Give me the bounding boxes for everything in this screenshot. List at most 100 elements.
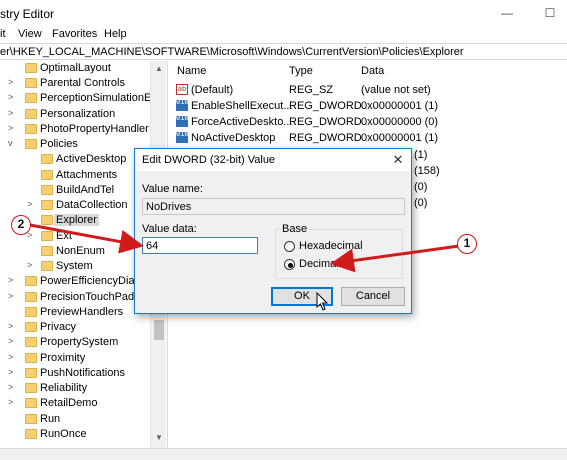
annotation-badge-2: 2 <box>11 215 31 235</box>
menu-edit[interactable]: it <box>0 28 6 40</box>
tree-item-label: Privacy <box>40 321 77 333</box>
tree-item-privacy[interactable]: > Privacy <box>0 320 150 335</box>
value-name-label: Value name: <box>142 183 203 195</box>
tree-item-system[interactable]: > System <box>0 259 150 274</box>
tree-item-parental-controls[interactable]: > Parental Controls <box>0 76 150 91</box>
folder-icon <box>25 368 37 378</box>
expand-icon[interactable]: > <box>8 291 13 301</box>
value-data-partial: (0) <box>414 181 428 193</box>
collapse-icon[interactable]: v <box>8 138 13 148</box>
tree-item-previewhandlers[interactable]: PreviewHandlers <box>0 305 150 320</box>
folder-icon <box>41 200 53 210</box>
mouse-cursor-icon <box>316 292 329 311</box>
value-data-input[interactable]: 64 <box>142 237 258 254</box>
folder-icon <box>25 322 37 332</box>
expand-icon[interactable]: > <box>8 352 13 362</box>
base-groupbox: Base Hexadecimal Decimal <box>275 223 403 279</box>
expand-icon[interactable]: > <box>27 260 32 270</box>
scroll-thumb[interactable] <box>154 320 164 340</box>
tree-item-personalization[interactable]: > Personalization <box>0 107 150 122</box>
tree-item-label: PreviewHandlers <box>40 306 124 318</box>
tree-item-label: PowerEfficiencyDiagn <box>40 275 147 287</box>
tree-item-label: PerceptionSimulationExt <box>40 92 160 104</box>
column-header-name[interactable]: Name <box>177 65 206 77</box>
folder-icon <box>25 307 37 317</box>
value-type: REG_DWORD <box>289 100 362 112</box>
hexadecimal-label: Hexadecimal <box>299 240 363 252</box>
tree-item-label: PhotoPropertyHandler <box>40 123 149 135</box>
folder-icon <box>41 170 53 180</box>
tree-item-proximity[interactable]: > Proximity <box>0 351 150 366</box>
expand-icon[interactable]: > <box>8 321 13 331</box>
tree-item-label: PrecisionTouchPad <box>40 291 135 303</box>
folder-icon <box>25 337 37 347</box>
edit-dword-dialog: Edit DWORD (32-bit) Value ✕ Value name: … <box>134 148 412 314</box>
tree-item-datacollection[interactable]: > DataCollection <box>0 198 150 213</box>
cancel-button[interactable]: Cancel <box>341 287 405 306</box>
tree-item-label: System <box>56 260 93 272</box>
tree-item-label: Parental Controls <box>40 77 125 89</box>
value-row[interactable]: 010 ForceActiveDeskto... REG_DWORD 0x000… <box>168 114 567 130</box>
close-icon[interactable]: ✕ <box>391 152 405 168</box>
folder-icon <box>25 292 37 302</box>
value-data-partial: (1) <box>414 149 428 161</box>
tree-item-label: RunOnce <box>40 428 87 440</box>
tree-item-policies[interactable]: v Policies <box>0 137 150 152</box>
tree-item-retaildemo[interactable]: > RetailDemo <box>0 396 150 411</box>
menu-favorites[interactable]: Favorites <box>52 28 97 40</box>
tree-item-runonce[interactable]: RunOnce <box>0 427 150 442</box>
expand-icon[interactable]: > <box>8 77 13 87</box>
folder-icon <box>25 353 37 363</box>
tree-item-optimallayout[interactable]: OptimalLayout <box>0 61 150 76</box>
decimal-radio[interactable]: Decimal <box>284 258 394 272</box>
folder-icon <box>41 154 53 164</box>
column-header-data[interactable]: Data <box>361 65 384 77</box>
address-bar[interactable]: er\HKEY_LOCAL_MACHINE\SOFTWARE\Microsoft… <box>0 43 567 60</box>
expand-icon[interactable]: > <box>8 382 13 392</box>
menu-help[interactable]: Help <box>104 28 127 40</box>
expand-icon[interactable]: > <box>27 199 32 209</box>
value-name: EnableShellExecut... <box>191 100 293 112</box>
scroll-down-icon[interactable]: ▼ <box>155 433 163 442</box>
tree-item-reliability[interactable]: > Reliability <box>0 381 150 396</box>
value-row[interactable]: 010 EnableShellExecut... REG_DWORD 0x000… <box>168 98 567 114</box>
menu-view[interactable]: View <box>18 28 42 40</box>
expand-icon[interactable]: > <box>8 92 13 102</box>
expand-icon[interactable]: > <box>8 367 13 377</box>
expand-icon[interactable]: > <box>8 397 13 407</box>
expand-icon[interactable]: > <box>8 336 13 346</box>
folder-icon <box>41 246 53 256</box>
address-path: er\HKEY_LOCAL_MACHINE\SOFTWARE\Microsoft… <box>0 46 464 58</box>
value-row[interactable]: 010 NoActiveDesktop REG_DWORD 0x00000001… <box>168 130 567 146</box>
folder-open-icon <box>41 215 53 225</box>
maximize-button[interactable]: ☐ <box>540 5 560 21</box>
tree-item-label: Explorer <box>54 214 99 226</box>
tree-item-buildandtel[interactable]: BuildAndTel <box>0 183 150 198</box>
expand-icon[interactable]: > <box>8 275 13 285</box>
tree-item-attachments[interactable]: Attachments <box>0 168 150 183</box>
tree-item-powerefficiencydiagn[interactable]: > PowerEfficiencyDiagn <box>0 274 150 289</box>
expand-icon[interactable]: > <box>8 108 13 118</box>
tree-item-activedesktop[interactable]: ActiveDesktop <box>0 152 150 167</box>
scroll-up-icon[interactable]: ▲ <box>155 64 163 73</box>
value-name: (Default) <box>191 84 234 96</box>
expand-icon[interactable]: > <box>8 123 13 133</box>
column-header-type[interactable]: Type <box>289 65 313 77</box>
radio-unchecked-icon <box>284 241 295 252</box>
tree-item-label: OptimalLayout <box>40 62 111 74</box>
tree-item-precisiontouchpad[interactable]: > PrecisionTouchPad <box>0 290 150 305</box>
tree-item-label: Reliability <box>40 382 88 394</box>
hexadecimal-radio[interactable]: Hexadecimal <box>284 240 394 254</box>
tree-item-photopropertyhandler[interactable]: > PhotoPropertyHandler <box>0 122 150 137</box>
tree-item-nonenum[interactable]: NonEnum <box>0 244 150 259</box>
minimize-button[interactable]: — <box>497 5 517 21</box>
tree-item-label: Ext <box>56 230 72 242</box>
tree-item-perceptionsimulationext[interactable]: > PerceptionSimulationExt <box>0 91 160 106</box>
value-name: NoActiveDesktop <box>191 132 276 144</box>
folder-icon <box>25 109 37 119</box>
value-row[interactable]: ab (Default) REG_SZ (value not set) <box>168 82 567 98</box>
tree-item-pushnotifications[interactable]: > PushNotifications <box>0 366 150 381</box>
tree-item-propertysystem[interactable]: > PropertySystem <box>0 335 150 350</box>
tree-item-run[interactable]: Run <box>0 412 150 427</box>
dialog-title-bar[interactable]: Edit DWORD (32-bit) Value ✕ <box>135 149 411 171</box>
